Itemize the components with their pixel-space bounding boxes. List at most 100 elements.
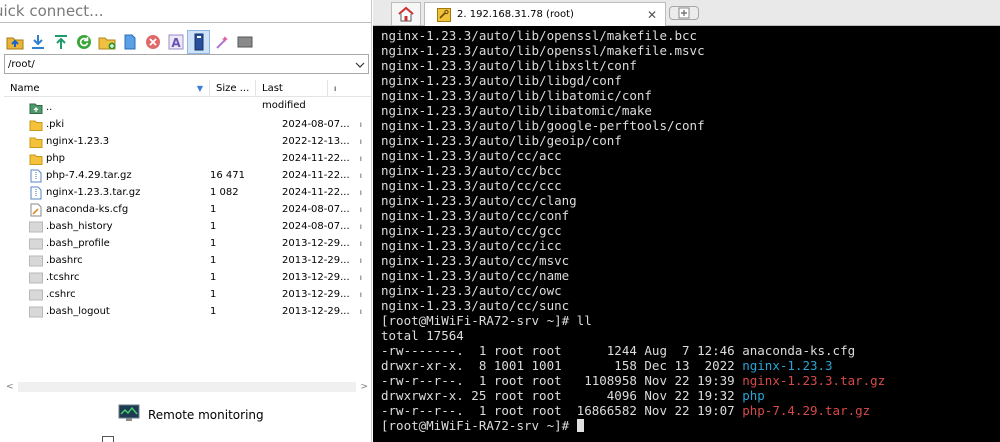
file-name: .bash_logout xyxy=(46,306,110,317)
quick-connect-input[interactable] xyxy=(0,0,366,22)
file-modified: 2024-08-07... xyxy=(282,221,350,232)
listing-meta: -rw-r--r--. 1 root root 1108958 Nov 22 1… xyxy=(381,373,743,388)
row-overflow-marker: ı xyxy=(359,222,362,231)
remote-monitoring-button[interactable]: Remote monitoring xyxy=(118,404,264,425)
close-tab-icon[interactable]: ✕ xyxy=(647,8,665,22)
file-name: php xyxy=(46,153,66,164)
folder-up-icon[interactable] xyxy=(4,31,25,53)
terminal-line: nginx-1.23.3/auto/lib/google-perftools/c… xyxy=(381,118,705,133)
rename-icon[interactable]: A xyxy=(165,31,186,53)
file-row[interactable]: .cshrc 1 2013-12-29... ı xyxy=(4,286,371,303)
chevron-down-icon[interactable] xyxy=(352,58,368,71)
svg-text:A: A xyxy=(171,36,181,50)
file-size: 1 xyxy=(210,221,217,232)
column-size[interactable]: Size ... xyxy=(210,79,256,97)
sort-descending-icon: ▼ xyxy=(196,83,203,93)
horizontal-scrollbar[interactable]: < > xyxy=(6,381,368,393)
file-modified: 2024-08-07... xyxy=(282,119,350,130)
config-file-icon xyxy=(28,203,44,217)
row-overflow-marker: ı xyxy=(359,137,362,146)
terminal-line: nginx-1.23.3/auto/lib/openssl/makefile.m… xyxy=(381,43,705,58)
quick-connect-bar xyxy=(0,0,371,23)
file-name: .bash_history xyxy=(46,221,113,232)
listing-line: drwxr-xr-x. 8 1001 1001 158 Dec 13 2022 … xyxy=(381,358,996,373)
new-file-icon[interactable] xyxy=(119,31,140,53)
delete-icon[interactable] xyxy=(142,31,163,53)
download-icon[interactable] xyxy=(27,31,48,53)
scrollbar-track[interactable] xyxy=(17,382,357,392)
column-size-label: Size ... xyxy=(216,82,250,94)
file-modified: 2024-08-07... xyxy=(282,204,350,215)
session-tab-label: 2. 192.168.31.78 (root) xyxy=(457,9,574,20)
file-modified: 2013-12-29... xyxy=(282,306,350,317)
row-overflow-marker: ı xyxy=(359,120,362,129)
file-name: php-7.4.29.tar.gz xyxy=(46,170,132,181)
prompt-line[interactable]: [root@MiWiFi-RA72-srv ~]# xyxy=(381,418,996,433)
file-row[interactable]: .. xyxy=(4,99,371,116)
terminal-icon[interactable] xyxy=(234,31,255,53)
scroll-right-icon[interactable]: > xyxy=(360,382,368,392)
file-modified: 2013-12-29... xyxy=(282,255,350,266)
listing-meta: drwxrwxr-x. 25 root root 4096 Nov 22 19:… xyxy=(381,388,743,403)
terminal-line: nginx-1.23.3/auto/cc/msvc xyxy=(381,253,570,268)
file-row[interactable]: .tcshrc 1 2013-12-29... ı xyxy=(4,269,371,286)
generic-file-icon xyxy=(28,254,44,268)
column-last-modified[interactable]: Last modified xyxy=(256,79,328,111)
path-select[interactable]: /root/ xyxy=(4,54,369,74)
file-row[interactable]: .bash_logout 1 2013-12-29... ı xyxy=(4,303,371,320)
file-modified: 2013-12-29... xyxy=(282,272,350,283)
row-overflow-marker: ı xyxy=(359,188,362,197)
column-name[interactable]: Name ▼ xyxy=(4,79,210,97)
column-more[interactable]: ı xyxy=(328,80,348,97)
refresh-icon[interactable] xyxy=(73,31,94,53)
file-size: 1 xyxy=(210,255,217,266)
terminal-output[interactable]: nginx-1.23.3/auto/lib/openssl/makefile.b… xyxy=(381,28,996,440)
file-row[interactable]: .bash_profile 1 2013-12-29... ı xyxy=(4,235,371,252)
row-overflow-marker: ı xyxy=(359,239,362,248)
file-row[interactable]: .bash_history 1 2024-08-07... ı xyxy=(4,218,371,235)
chmod-icon[interactable] xyxy=(211,31,232,53)
generic-file-icon xyxy=(28,288,44,302)
file-row[interactable]: .bashrc 1 2013-12-29... ı xyxy=(4,252,371,269)
generic-file-icon xyxy=(28,305,44,319)
scroll-left-icon[interactable]: < xyxy=(6,382,14,392)
new-folder-icon[interactable] xyxy=(96,31,117,53)
listing-meta: -rw-------. 1 root root 1244 Aug 7 12:46 xyxy=(381,343,743,358)
session-tab[interactable]: 2. 192.168.31.78 (root) ✕ xyxy=(424,2,666,26)
file-name: .bashrc xyxy=(46,255,83,266)
listing-line: -rw-------. 1 root root 1244 Aug 7 12:46… xyxy=(381,343,996,358)
terminal-line: nginx-1.23.3/auto/lib/libatomic/conf xyxy=(381,88,652,103)
session-tab-bar: 2. 192.168.31.78 (root) ✕ xyxy=(373,0,1000,26)
file-row[interactable]: nginx-1.23.3.tar.gz 1 082 2024-11-22... ı xyxy=(4,184,371,201)
upload-icon[interactable] xyxy=(50,31,71,53)
properties-icon[interactable] xyxy=(187,30,210,54)
row-overflow-marker: ı xyxy=(359,273,362,282)
file-row[interactable]: php 2024-11-22... ı xyxy=(4,150,371,167)
path-value: /root/ xyxy=(8,58,35,70)
archive-file-icon xyxy=(28,186,44,200)
generic-file-icon xyxy=(28,237,44,251)
terminal-line: nginx-1.23.3/auto/cc/gcc xyxy=(381,223,562,238)
file-size: 16 471 xyxy=(210,170,245,181)
row-overflow-marker: ı xyxy=(359,154,362,163)
listing-filename: php xyxy=(742,388,765,403)
file-row[interactable]: php-7.4.29.tar.gz 16 471 2024-11-22... ı xyxy=(4,167,371,184)
file-row[interactable]: anaconda-ks.cfg 1 2024-08-07... ı xyxy=(4,201,371,218)
file-row[interactable]: nginx-1.23.3 2022-12-13... ı xyxy=(4,133,371,150)
folder-icon xyxy=(28,152,44,166)
terminal-line: nginx-1.23.3/auto/lib/openssl/makefile.b… xyxy=(381,28,698,43)
generic-file-icon xyxy=(28,220,44,234)
listing-filename: nginx-1.23.3.tar.gz xyxy=(742,373,886,388)
terminal-line: nginx-1.23.3/auto/lib/libgd/conf xyxy=(381,73,622,88)
terminal-line: nginx-1.23.3/auto/cc/clang xyxy=(381,193,577,208)
listing-filename: nginx-1.23.3 xyxy=(742,358,833,373)
home-tab[interactable] xyxy=(391,2,421,25)
archive-file-icon xyxy=(28,169,44,183)
file-modified: 2013-12-29... xyxy=(282,238,350,249)
listing-line: -rw-r--r--. 1 root root 16866582 Nov 22 … xyxy=(381,403,996,418)
file-row[interactable]: .pki 2024-08-07... ı xyxy=(4,116,371,133)
terminal-line: nginx-1.23.3/auto/cc/conf xyxy=(381,208,570,223)
folder-icon xyxy=(28,118,44,132)
file-modified: 2024-11-22... xyxy=(282,170,350,181)
new-tab-button[interactable] xyxy=(669,6,699,20)
